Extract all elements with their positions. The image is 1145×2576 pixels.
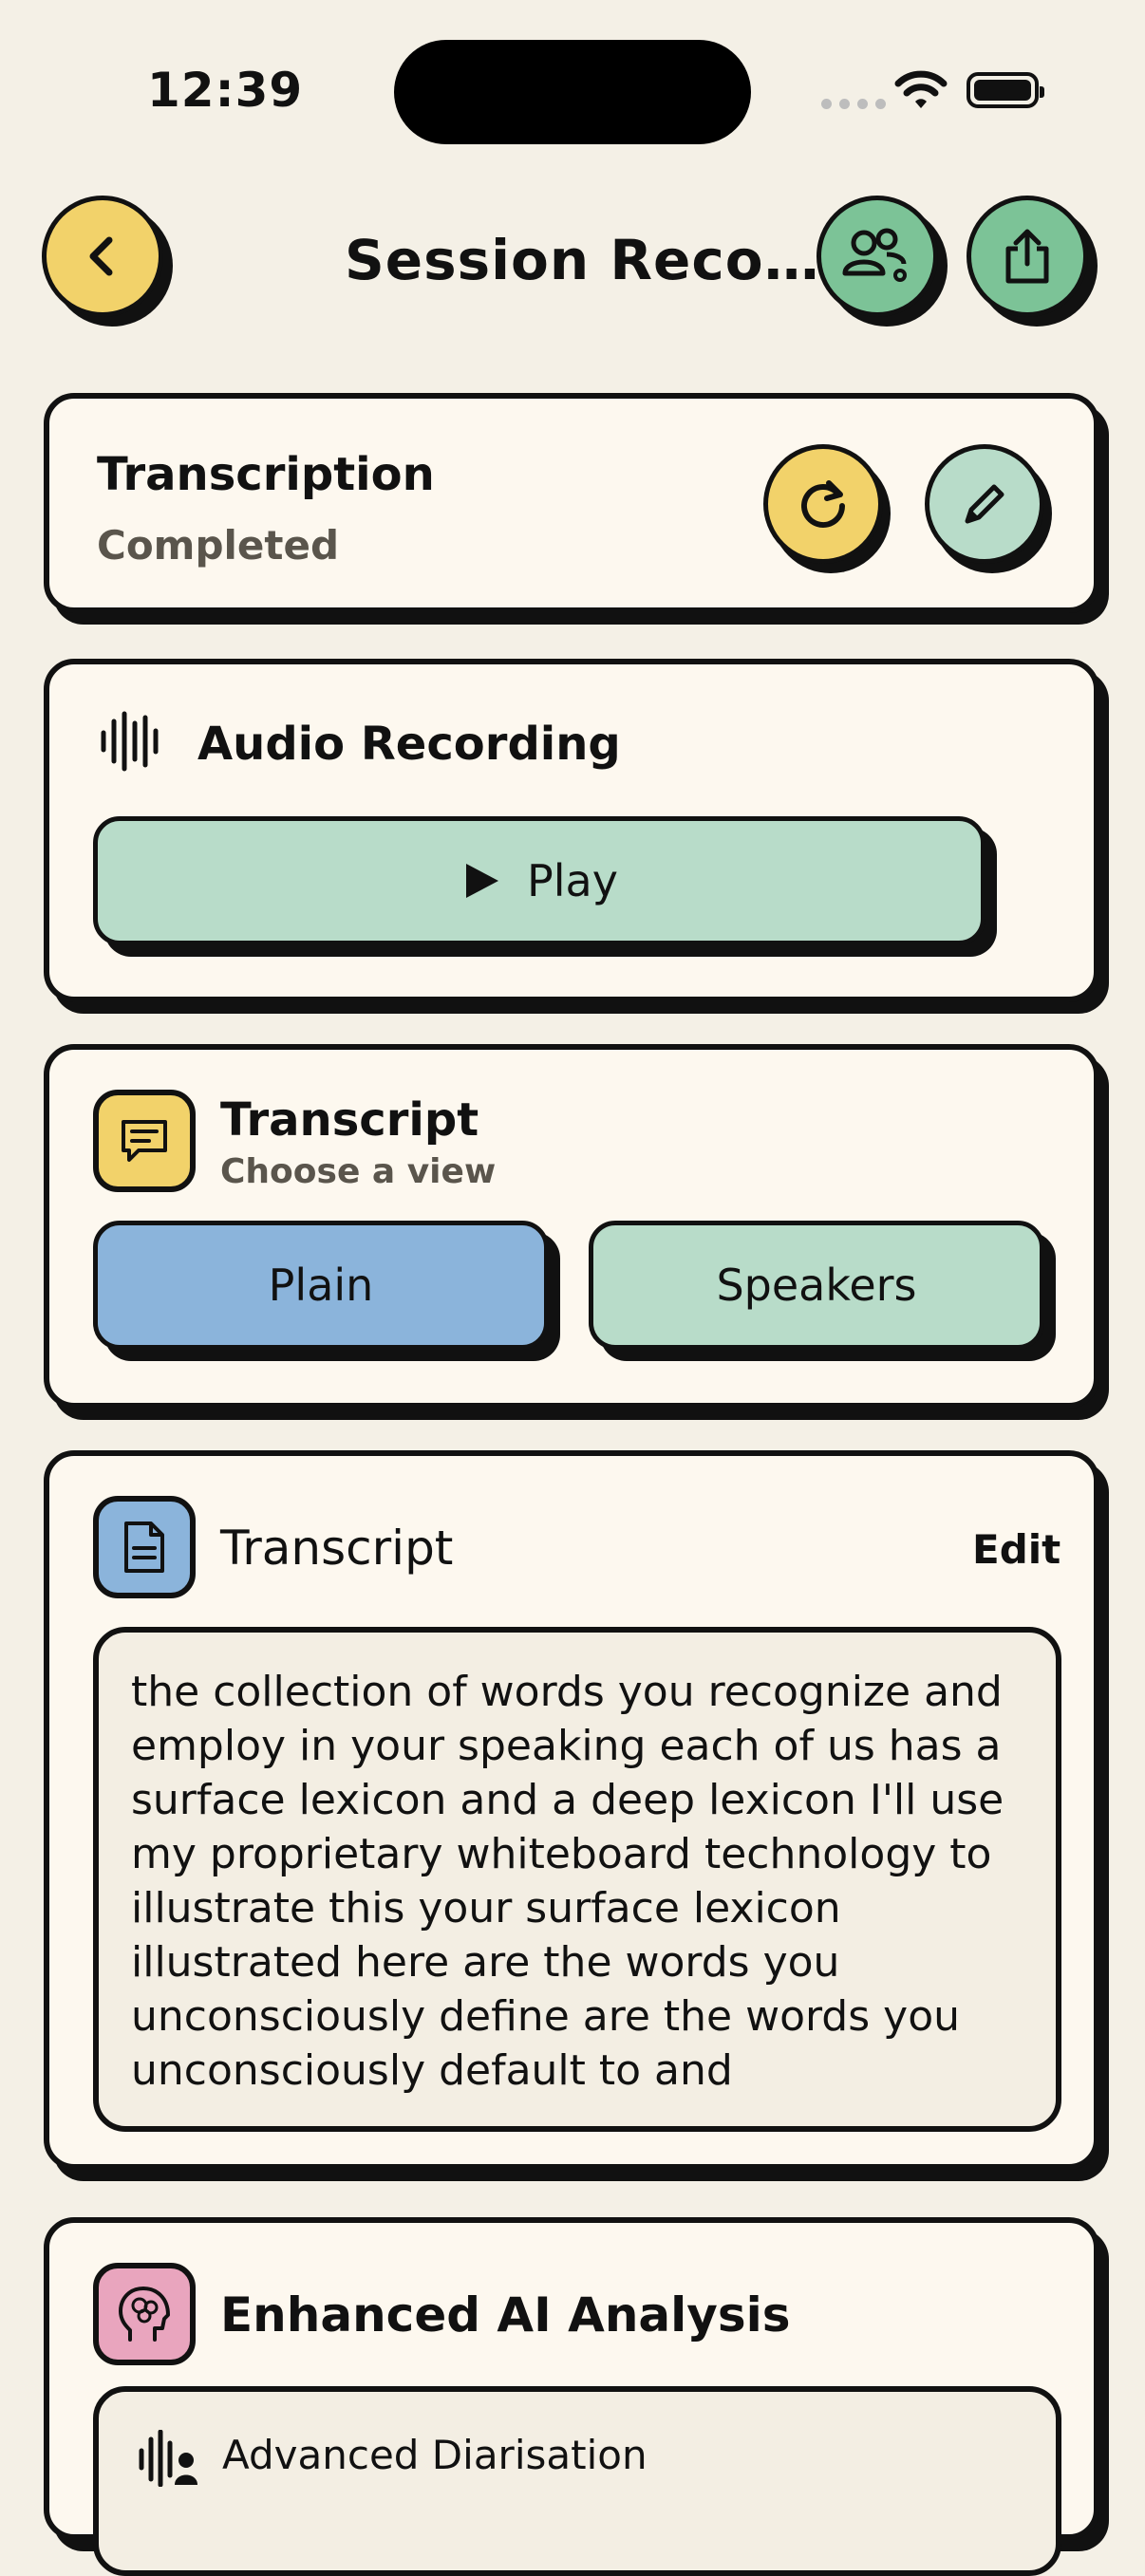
play-icon: [466, 864, 499, 898]
play-button[interactable]: Play: [93, 816, 985, 945]
dynamic-island: [394, 40, 751, 144]
transcript-title: Transcript: [220, 1521, 454, 1576]
transcription-status-card: Transcription Completed: [44, 393, 1099, 613]
audio-recording-card: Audio Recording Play: [44, 659, 1099, 1002]
transcription-status: Completed: [97, 522, 340, 569]
ai-analysis-title: Enhanced AI Analysis: [220, 2287, 791, 2343]
view-option-plain-label: Plain: [268, 1260, 374, 1311]
diarisation-waveform-icon: [139, 2430, 197, 2487]
chevron-left-icon: [89, 236, 113, 276]
transcription-title: Transcription: [97, 448, 435, 501]
wifi-icon: [894, 70, 948, 108]
edit-transcription-button[interactable]: [925, 444, 1044, 564]
cellular-signal-icon: [821, 99, 886, 109]
view-option-speakers-label: Speakers: [716, 1260, 917, 1311]
brain-icon-tile: [93, 2263, 196, 2365]
page-title: Session Reco…: [345, 228, 820, 292]
status-time: 12:39: [147, 63, 304, 118]
view-option-plain[interactable]: Plain: [93, 1221, 549, 1350]
chat-icon: [122, 1120, 167, 1162]
ai-analysis-card: Enhanced AI Analysis Advanced Diarisatio…: [44, 2217, 1099, 2576]
chat-icon-tile: [93, 1090, 196, 1192]
view-card-title: Transcript: [220, 1093, 479, 1147]
share-icon: [1005, 229, 1049, 284]
share-button[interactable]: [967, 196, 1088, 317]
diarisation-item[interactable]: Advanced Diarisation: [93, 2386, 1061, 2576]
view-card-subtitle: Choose a view: [220, 1152, 497, 1191]
users-gear-icon: [842, 228, 907, 282]
play-label: Play: [527, 855, 618, 906]
refresh-icon: [801, 480, 845, 528]
document-icon: [124, 1521, 164, 1573]
transcript-card: Transcript Edit the collection of words …: [44, 1450, 1099, 2170]
audio-title: Audio Recording: [197, 718, 621, 771]
pencil-icon: [965, 484, 1004, 524]
document-icon-tile: [93, 1496, 196, 1598]
battery-icon: [967, 72, 1044, 108]
view-option-speakers[interactable]: Speakers: [589, 1221, 1044, 1350]
retranscribe-button[interactable]: [763, 444, 883, 564]
transcript-view-card: Transcript Choose a view Plain Speakers: [44, 1044, 1099, 1409]
back-button[interactable]: [42, 196, 163, 317]
transcript-text[interactable]: the collection of words you recognize an…: [93, 1627, 1061, 2132]
waveform-icon: [101, 711, 159, 772]
speaker-settings-button[interactable]: [817, 196, 938, 317]
brain-head-icon: [119, 2287, 170, 2342]
transcript-edit-link[interactable]: Edit: [972, 1526, 1061, 1573]
diarisation-title: Advanced Diarisation: [222, 2432, 648, 2478]
